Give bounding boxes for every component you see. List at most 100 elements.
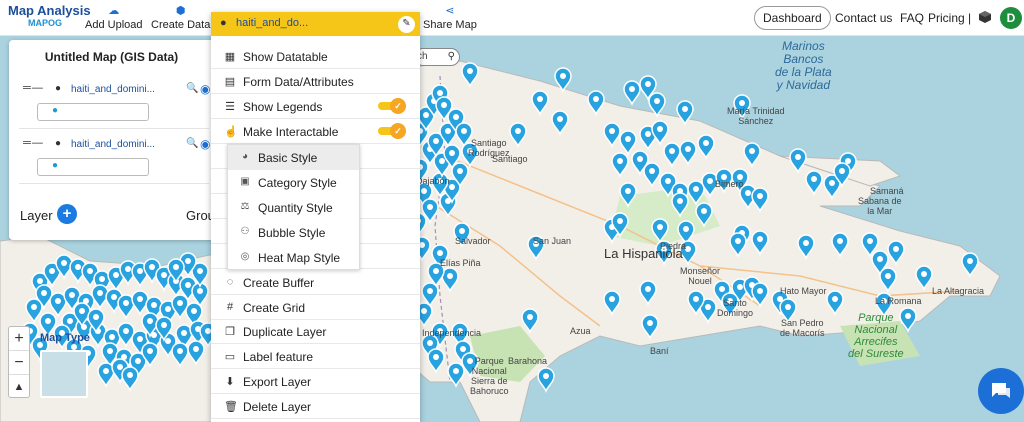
zoom-to-layer-icon[interactable]: 🔍: [186, 83, 198, 94]
edit-name-icon[interactable]: ✎: [398, 16, 415, 33]
share-map-button[interactable]: ⋖ Share Map: [423, 5, 477, 31]
category-style-icon: ▣: [240, 176, 250, 187]
map-place-label: Santo Domingo: [717, 298, 754, 318]
menu-item-show-legends[interactable]: ☰ Show Legends ✓: [211, 94, 420, 119]
map-place-label: Azua: [570, 326, 591, 336]
search-icon[interactable]: ⚲: [448, 49, 455, 65]
category-style-option[interactable]: ▣ Category Style: [228, 170, 359, 195]
menu-item-label: Delete Layer: [243, 400, 312, 414]
pricing-link[interactable]: Pricing |: [928, 11, 971, 25]
user-avatar[interactable]: D: [1000, 7, 1022, 29]
map-search-input[interactable]: ch ⚲: [414, 48, 460, 66]
chat-icon: [992, 383, 1010, 398]
layer-panel: Untitled Map (GIS Data) ═ — ● haiti_and_…: [9, 40, 215, 240]
menu-item-duplicate-layer[interactable]: ❐ Duplicate Layer: [211, 319, 420, 344]
reset-north-button[interactable]: ▲: [9, 375, 29, 399]
trash-icon: 🗑: [224, 401, 238, 413]
menu-item-create-grid[interactable]: # Create Grid: [211, 295, 420, 320]
map-place-label: Samaná: [870, 186, 904, 196]
menu-item-label: Create Grid: [243, 301, 306, 315]
menu-item-make-interactable[interactable]: ☝ Make Interactable ✓: [211, 119, 420, 144]
menu-item-export-layer[interactable]: ⬇ Export Layer: [211, 369, 420, 394]
style-option-label: Bubble Style: [258, 226, 326, 240]
map-label-park: Parque Nacional Arrecifes del Sureste: [848, 312, 904, 360]
map-type-label: Map Type: [40, 332, 90, 344]
visibility-eye-icon[interactable]: ◉: [200, 82, 210, 96]
menu-item-create-buffer[interactable]: ◌ Create Buffer: [211, 270, 420, 295]
contact-link[interactable]: Contact us: [835, 11, 892, 25]
map-place-label: Parque Nacional Sierra de Bahoruco: [470, 356, 509, 396]
menu-item-label: Create Buffer: [243, 276, 315, 290]
layer-name[interactable]: haiti_and_domini...: [71, 139, 155, 150]
form-icon: ▤: [224, 76, 236, 88]
layer-label: Layer: [20, 208, 53, 223]
zoom-out-button[interactable]: −: [9, 351, 29, 375]
heatmap-style-option[interactable]: ◎ Heat Map Style: [228, 245, 359, 270]
bubble-style-icon: ⚇: [240, 226, 250, 237]
menu-item-label-feature[interactable]: ▭ Label feature: [211, 344, 420, 369]
add-upload-label: Add Upload: [85, 19, 143, 31]
menu-header: ● haiti_and_do... ✎: [211, 12, 420, 36]
label-icon: ▭: [224, 351, 236, 363]
map-place-label: Piedra: [660, 241, 687, 251]
style-option-label: Quantity Style: [258, 201, 333, 215]
basic-style-option[interactable]: ◕ Basic Style: [228, 145, 359, 170]
dashboard-button[interactable]: Dashboard: [754, 6, 831, 30]
chat-button[interactable]: [978, 368, 1024, 414]
style-option-label: Basic Style: [258, 151, 318, 165]
create-data-button[interactable]: ⬢ Create Data: [151, 5, 210, 31]
menu-layer-name: haiti_and_do...: [236, 17, 309, 29]
marker-icon: ●: [220, 17, 227, 29]
layer-name[interactable]: haiti_and_domini...: [71, 84, 155, 95]
menu-item-label: Form Data/Attributes: [243, 75, 354, 89]
menu-item-label: Label feature: [243, 350, 314, 364]
faq-link[interactable]: FAQ: [900, 11, 924, 25]
zoom-to-layer-icon[interactable]: 🔍: [186, 138, 198, 149]
drag-handle-icon[interactable]: ═ —: [23, 137, 43, 149]
style-option-label: Category Style: [258, 176, 337, 190]
map-marker-icon[interactable]: [623, 80, 641, 107]
map-place-label: Independencia: [422, 328, 482, 338]
map-type-thumbnail[interactable]: [40, 350, 88, 398]
menu-item-label: Make Interactable: [243, 125, 339, 139]
layer-style-swatch[interactable]: ●: [37, 158, 149, 176]
brand-logo[interactable]: Map Analysis MAPOG: [8, 4, 91, 30]
visibility-eye-icon[interactable]: ◉: [200, 137, 210, 151]
map-place-label: María Trinidad Sánchez: [727, 106, 785, 126]
bubble-style-option[interactable]: ⚇ Bubble Style: [228, 220, 359, 245]
top-bar: Map Analysis MAPOG ☁ Add Upload ⬢ Create…: [0, 0, 1024, 36]
list-icon: ☰: [225, 101, 235, 113]
map-marker-icon[interactable]: [537, 367, 555, 394]
menu-item-form-data[interactable]: ▤ Form Data/Attributes: [211, 69, 420, 94]
heatmap-style-icon: ◎: [240, 251, 250, 262]
style-option-label: Heat Map Style: [258, 251, 341, 265]
layer-row[interactable]: ═ — ● haiti_and_domini... 🔍 ◉: [23, 137, 213, 153]
check-icon: ✓: [390, 98, 406, 114]
basic-style-icon: ◕: [241, 151, 249, 162]
make-interactable-toggle[interactable]: ✓: [378, 123, 406, 139]
divider: [19, 183, 209, 184]
marker-swatch-icon: ●: [52, 160, 59, 171]
zoom-in-button[interactable]: +: [9, 327, 29, 351]
marker-icon: ●: [55, 83, 62, 94]
share-icon: ⋖: [445, 5, 455, 17]
show-legends-toggle[interactable]: ✓: [378, 98, 406, 114]
map-place-label: Sabana de la Mar: [858, 196, 902, 216]
cube-icon[interactable]: [978, 10, 992, 24]
drag-handle-icon[interactable]: ═ —: [23, 82, 43, 94]
layer-row[interactable]: ═ — ● haiti_and_domini... 🔍 ◉: [23, 82, 213, 98]
zoom-controls: + − ▲: [8, 326, 30, 398]
map-place-label: San Pedro de Macorís: [780, 318, 825, 338]
quantity-style-option[interactable]: ⚖ Quantity Style: [228, 195, 359, 220]
brand-subtitle: MAPOG: [28, 18, 63, 28]
menu-item-delete-layer[interactable]: 🗑 Delete Layer: [211, 394, 420, 419]
create-data-label: Create Data: [151, 19, 211, 31]
table-icon: ▦: [224, 51, 236, 63]
layer-style-swatch[interactable]: ●: [37, 103, 149, 121]
add-upload-button[interactable]: ☁ Add Upload: [85, 5, 143, 31]
map-place-label: La Altagracia: [932, 286, 985, 296]
menu-item-show-datatable[interactable]: ▦ Show Datatable: [211, 44, 420, 69]
add-layer-button[interactable]: +: [57, 204, 77, 224]
buffer-icon: ◌: [226, 276, 234, 288]
map-place-label: San Juan: [533, 236, 572, 246]
